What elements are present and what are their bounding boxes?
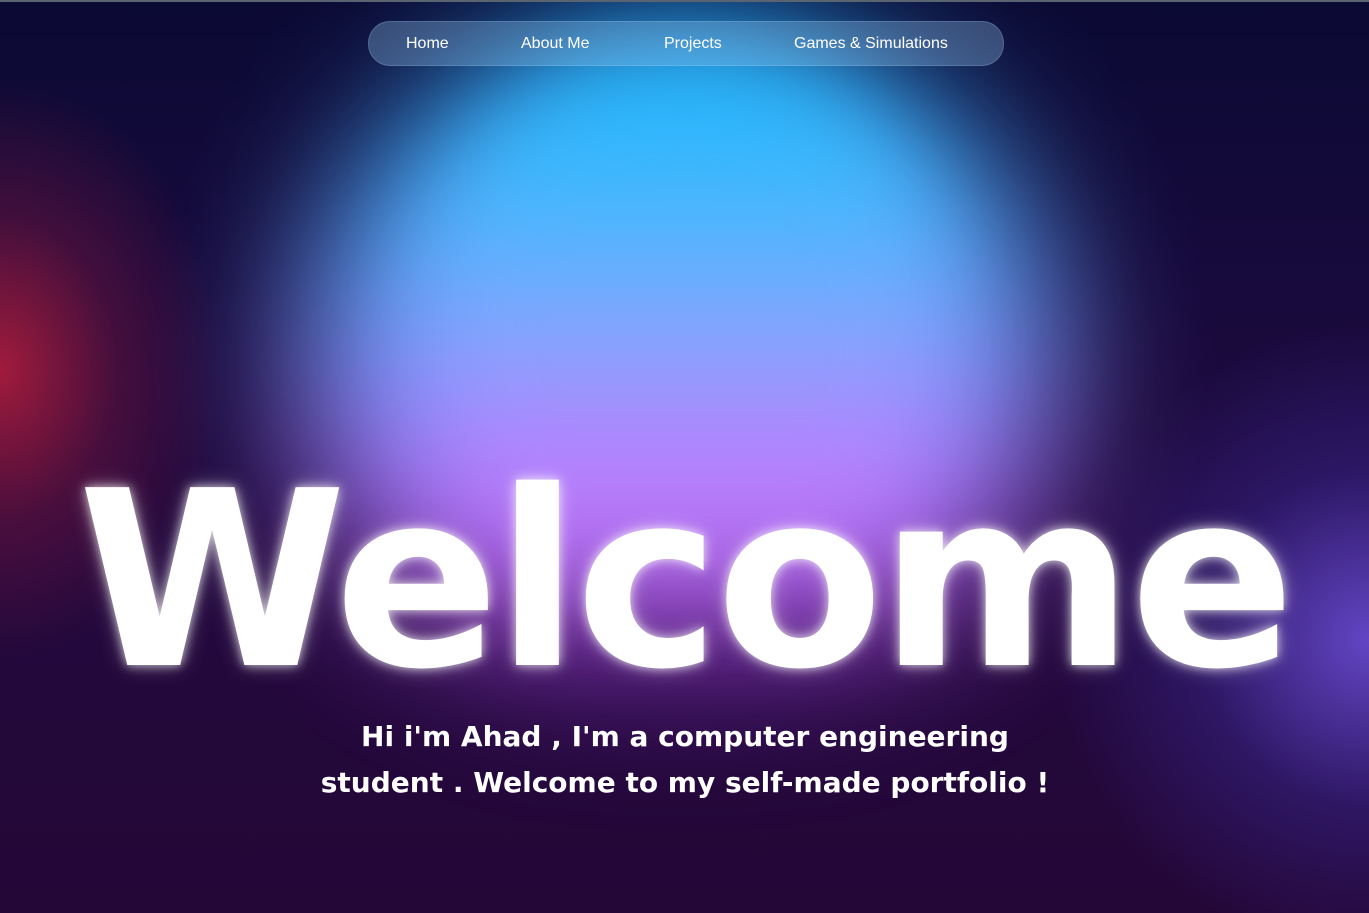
welcome-headline: Welcome xyxy=(77,439,1296,724)
nav-link-home[interactable]: Home xyxy=(406,22,449,65)
window-top-edge xyxy=(0,0,1369,2)
nav-link-projects[interactable]: Projects xyxy=(664,22,722,65)
navigation-bar: Home About Me Projects Games & Simulatio… xyxy=(368,21,1004,66)
nav-link-games-simulations[interactable]: Games & Simulations xyxy=(794,22,948,65)
nav-link-about-me[interactable]: About Me xyxy=(521,22,589,65)
intro-text: Hi i'm Ahad , I'm a computer engineering… xyxy=(320,720,1050,799)
